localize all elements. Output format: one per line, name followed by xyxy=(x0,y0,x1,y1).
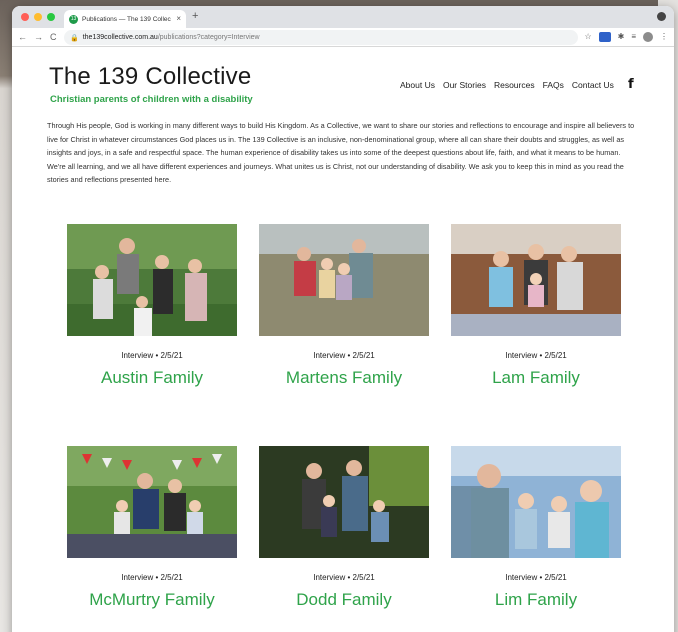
photo-lam xyxy=(451,224,621,336)
story-title[interactable]: Austin Family xyxy=(67,368,237,388)
story-card[interactable]: Interview • 2/5/21 Lam Family xyxy=(451,224,621,388)
story-title[interactable]: McMurtry Family xyxy=(67,590,237,610)
main-nav: About Us Our Stories Resources FAQs Cont… xyxy=(400,80,614,90)
site-tagline: Christian parents of children with a dis… xyxy=(50,94,253,105)
story-title[interactable]: Martens Family xyxy=(259,368,429,388)
address-bar[interactable]: 🔒 the139collective.com.au/publications?c… xyxy=(64,30,578,45)
story-meta: Interview • 2/5/21 xyxy=(505,351,567,360)
nav-contact-us[interactable]: Contact Us xyxy=(572,80,614,90)
family-photo[interactable] xyxy=(451,446,621,558)
story-card[interactable]: Interview • 2/5/21 Martens Family xyxy=(259,224,429,388)
intro-paragraph: Through His people, God is working in ma… xyxy=(47,121,635,184)
family-photo[interactable] xyxy=(67,224,237,336)
window-controls xyxy=(21,13,55,21)
photo-lim xyxy=(451,446,621,558)
star-icon[interactable]: ☆ xyxy=(584,31,591,43)
nav-resources[interactable]: Resources xyxy=(494,80,535,90)
story-meta: Interview • 2/5/21 xyxy=(505,573,567,582)
avatar[interactable] xyxy=(643,32,653,42)
photo-austin xyxy=(67,224,237,336)
story-title[interactable]: Dodd Family xyxy=(259,590,429,610)
nav-faqs[interactable]: FAQs xyxy=(543,80,564,90)
story-card[interactable]: Interview • 2/5/21 Lim Family xyxy=(451,446,621,610)
family-photo[interactable] xyxy=(259,446,429,558)
tab-title: Publications — The 139 Collec xyxy=(82,15,171,23)
new-tab-button[interactable]: + xyxy=(192,10,198,22)
site-favicon-icon: 13 xyxy=(69,14,78,24)
story-meta: Interview • 2/5/21 xyxy=(313,573,375,582)
browser-window: 13 Publications — The 139 Collec × + ← →… xyxy=(12,6,674,632)
family-photo[interactable] xyxy=(67,446,237,558)
site-title[interactable]: The 139 Collective xyxy=(49,63,251,91)
story-card[interactable]: Interview • 2/5/21 McMurtry Family xyxy=(67,446,237,610)
photo-mcmurtry xyxy=(67,446,237,558)
story-meta: Interview • 2/5/21 xyxy=(313,351,375,360)
photo-martens xyxy=(259,224,429,336)
story-meta: Interview • 2/5/21 xyxy=(121,573,183,582)
url-path: /publications?category=Interview xyxy=(157,34,260,41)
arrow-left-icon[interactable]: ← xyxy=(18,32,27,42)
chrome-menu-icon[interactable] xyxy=(657,12,666,21)
tab-publications[interactable]: 13 Publications — The 139 Collec × xyxy=(64,10,186,28)
story-card[interactable]: Interview • 2/5/21 Dodd Family xyxy=(259,446,429,610)
extension-icon[interactable] xyxy=(598,32,611,42)
reload-icon[interactable]: C xyxy=(50,32,57,42)
puzzle-icon[interactable]: ✱ xyxy=(618,31,625,43)
toolbar-icons: ☆ ✱ ≡ ⋮ xyxy=(584,31,668,43)
browser-toolbar: ← → C 🔒 the139collective.com.au/publicat… xyxy=(12,28,674,47)
story-meta: Interview • 2/5/21 xyxy=(121,351,183,360)
close-window-button[interactable] xyxy=(21,13,29,21)
family-photo[interactable] xyxy=(451,224,621,336)
lock-icon: 🔒 xyxy=(70,34,79,42)
photo-dodd xyxy=(259,446,429,558)
tab-strip: 13 Publications — The 139 Collec × + xyxy=(12,6,674,28)
more-options-icon[interactable]: ⋮ xyxy=(660,31,668,43)
family-photo[interactable] xyxy=(259,224,429,336)
url-host: the139collective.com.au xyxy=(82,34,158,41)
url-text: the139collective.com.au/publications?cat… xyxy=(83,34,260,41)
story-card[interactable]: Interview • 2/5/21 Austin Family xyxy=(67,224,237,388)
story-title[interactable]: Lam Family xyxy=(451,368,621,388)
maximize-window-button[interactable] xyxy=(47,13,55,21)
minimize-window-button[interactable] xyxy=(34,13,42,21)
reading-list-icon[interactable]: ≡ xyxy=(631,31,636,43)
nav-our-stories[interactable]: Our Stories xyxy=(443,80,486,90)
facebook-icon[interactable]: f xyxy=(628,77,634,92)
story-title[interactable]: Lim Family xyxy=(451,590,621,610)
nav-about-us[interactable]: About Us xyxy=(400,80,435,90)
tab-close-icon[interactable]: × xyxy=(176,15,181,23)
arrow-right-icon[interactable]: → xyxy=(34,32,43,42)
